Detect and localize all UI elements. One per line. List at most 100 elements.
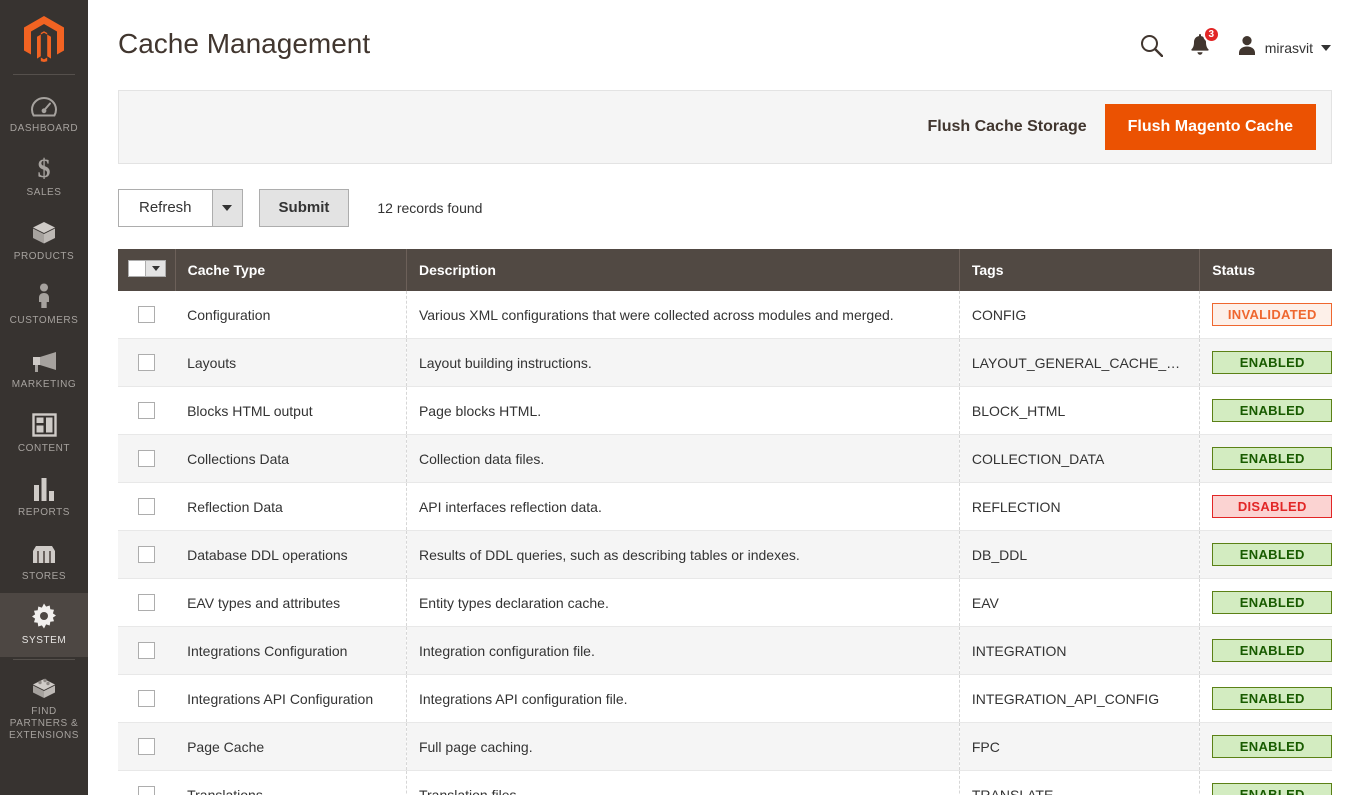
table-row[interactable]: Integrations Configuration Integration co…	[118, 626, 1332, 675]
chevron-down-icon	[222, 205, 233, 211]
sidebar-item-label: STORES	[21, 571, 67, 582]
mass-action-select[interactable]: Refresh	[118, 189, 243, 227]
grid-body: Configuration Various XML configurations …	[118, 291, 1332, 795]
user-menu[interactable]: mirasvit	[1237, 35, 1331, 61]
row-select-cell[interactable]	[118, 770, 176, 795]
magento-logo-icon	[24, 16, 64, 62]
sidebar-item-stores[interactable]: STORES	[0, 529, 88, 593]
header-tools: 3 mirasvit	[1140, 22, 1331, 62]
row-checkbox[interactable]	[138, 306, 155, 324]
cell-status: ENABLED	[1199, 578, 1332, 627]
table-row[interactable]: Integrations API Configuration Integratio…	[118, 674, 1332, 723]
sidebar-item-products[interactable]: PRODUCTS	[0, 209, 88, 273]
table-row[interactable]: Reflection Data API interfaces reflection…	[118, 482, 1332, 531]
sidebar-item-label: SALES	[26, 187, 62, 198]
select-all-checkbox[interactable]	[128, 260, 145, 277]
cell-status: ENABLED	[1199, 626, 1332, 675]
row-select-cell[interactable]	[118, 386, 176, 435]
row-checkbox[interactable]	[138, 498, 155, 516]
cell-cache-type: Integrations Configuration	[175, 626, 407, 675]
status-badge: ENABLED	[1212, 639, 1332, 662]
row-checkbox[interactable]	[138, 738, 155, 756]
mass-action-label[interactable]: Refresh	[118, 189, 212, 227]
cell-description: Integrations API configuration file.	[406, 674, 960, 723]
row-select-cell[interactable]	[118, 578, 176, 627]
cell-status: ENABLED	[1199, 674, 1332, 723]
row-checkbox[interactable]	[138, 690, 155, 708]
row-checkbox[interactable]	[138, 594, 155, 612]
row-select-cell[interactable]	[118, 338, 176, 387]
flush-cache-storage-button[interactable]: Flush Cache Storage	[909, 118, 1104, 136]
mass-select-control[interactable]	[128, 260, 166, 277]
sidebar-item-reports[interactable]: REPORTS	[0, 465, 88, 529]
row-select-cell[interactable]	[118, 626, 176, 675]
cell-description: Various XML configurations that were col…	[406, 291, 960, 339]
row-checkbox[interactable]	[138, 546, 155, 564]
cell-tags: COLLECTION_DATA	[959, 434, 1201, 483]
magento-logo[interactable]	[0, 8, 88, 70]
column-header-description[interactable]: Description	[406, 249, 960, 291]
table-row[interactable]: Translations Translation files. TRANSLATE E…	[118, 770, 1332, 795]
page-header: Cache Management 3 mirasvit	[88, 0, 1353, 66]
cell-description: Page blocks HTML.	[406, 386, 960, 435]
sidebar-item-sales[interactable]: $ SALES	[0, 145, 88, 209]
cell-tags: REFLECTION	[959, 482, 1201, 531]
sidebar-item-content[interactable]: CONTENT	[0, 401, 88, 465]
notifications-button[interactable]: 3	[1189, 26, 1220, 62]
table-row[interactable]: Layouts Layout building instructions. LAYO…	[118, 338, 1332, 387]
chevron-down-icon	[1321, 45, 1331, 51]
table-row[interactable]: Blocks HTML output Page blocks HTML. BLOCK…	[118, 386, 1332, 435]
submit-button[interactable]: Submit	[258, 189, 350, 227]
cell-tags: TRANSLATE	[959, 770, 1201, 795]
cell-cache-type: Translations	[175, 770, 407, 795]
table-row[interactable]: EAV types and attributes Entity types dec…	[118, 578, 1332, 627]
column-header-select-all[interactable]	[118, 249, 176, 291]
row-select-cell[interactable]	[118, 530, 176, 579]
sidebar-item-system[interactable]: SYSTEM	[0, 593, 88, 657]
select-all-dropdown-toggle[interactable]	[145, 260, 166, 277]
cell-description: Integration configuration file.	[406, 626, 960, 675]
search-button[interactable]	[1140, 34, 1163, 62]
cell-status: ENABLED	[1199, 386, 1332, 435]
records-found-label: 12 records found	[377, 200, 483, 216]
cell-tags: LAYOUT_GENERAL_CACHE_TAG	[959, 338, 1201, 387]
column-header-tags[interactable]: Tags	[959, 249, 1201, 291]
sidebar-item-find-partners-extensions[interactable]: FIND PARTNERS & EXTENSIONS	[0, 664, 88, 752]
sidebar-item-dashboard[interactable]: DASHBOARD	[0, 81, 88, 145]
status-badge: ENABLED	[1212, 351, 1332, 374]
table-row[interactable]: Configuration Various XML configurations …	[118, 291, 1332, 339]
cell-tags: CONFIG	[959, 291, 1201, 339]
sidebar-item-label: CONTENT	[17, 443, 71, 454]
column-header-cache-type[interactable]: Cache Type	[175, 249, 407, 291]
sidebar-item-label: FIND PARTNERS & EXTENSIONS	[9, 706, 79, 741]
row-select-cell[interactable]	[118, 291, 176, 339]
user-name-label: mirasvit	[1264, 40, 1313, 56]
row-checkbox[interactable]	[138, 786, 155, 795]
sidebar-item-customers[interactable]: CUSTOMERS	[0, 273, 88, 337]
row-checkbox[interactable]	[138, 450, 155, 468]
row-checkbox[interactable]	[138, 354, 155, 372]
row-select-cell[interactable]	[118, 482, 176, 531]
row-select-cell[interactable]	[118, 434, 176, 483]
layout-icon	[31, 411, 57, 437]
cell-description: Full page caching.	[406, 722, 960, 771]
extensions-icon	[31, 674, 57, 700]
flush-magento-cache-button[interactable]: Flush Magento Cache	[1104, 104, 1316, 150]
mass-action-dropdown-toggle[interactable]	[211, 189, 243, 227]
table-row[interactable]: Database DDL operations Results of DDL qu…	[118, 530, 1332, 579]
table-row[interactable]: Collections Data Collection data files. CO…	[118, 434, 1332, 483]
table-row[interactable]: Page Cache Full page caching. FPC ENABLED	[118, 722, 1332, 771]
sidebar-item-marketing[interactable]: MARKETING	[0, 337, 88, 401]
cell-cache-type: EAV types and attributes	[175, 578, 407, 627]
cell-tags: FPC	[959, 722, 1201, 771]
person-icon	[36, 283, 52, 309]
row-checkbox[interactable]	[138, 642, 155, 660]
row-select-cell[interactable]	[118, 674, 176, 723]
column-header-status[interactable]: Status	[1199, 249, 1332, 291]
dollar-icon: $	[35, 155, 53, 181]
row-select-cell[interactable]	[118, 722, 176, 771]
megaphone-icon	[30, 347, 58, 373]
status-badge: INVALIDATED	[1212, 303, 1332, 326]
status-badge: ENABLED	[1212, 783, 1332, 795]
row-checkbox[interactable]	[138, 402, 155, 420]
